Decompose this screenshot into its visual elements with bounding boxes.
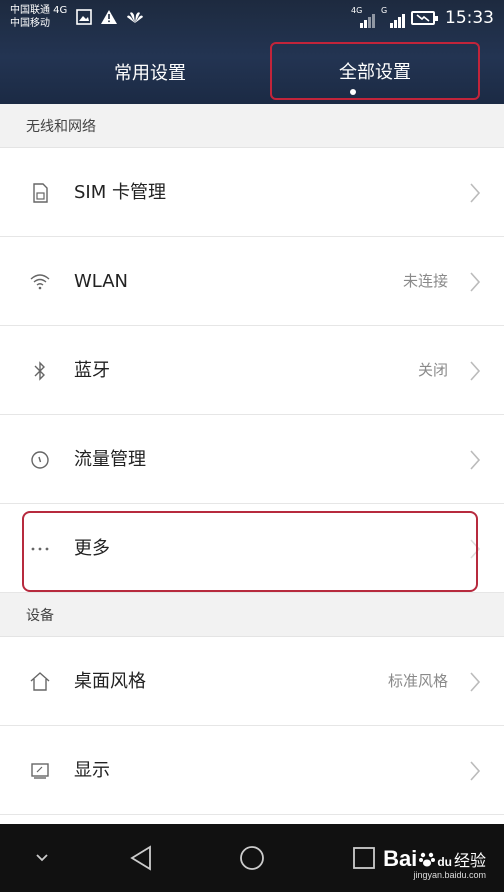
sim-card-icon <box>28 181 52 205</box>
net-type-2: G <box>381 6 388 15</box>
chevron-right-icon <box>468 182 482 204</box>
status-bar: 中国联通 4G 中国移动 4G G 15:33 <box>0 0 504 38</box>
highlight-frame-more <box>22 511 478 592</box>
settings-item-label: 流量管理 <box>74 449 146 470</box>
tab-all-settings[interactable]: 全部设置 <box>270 42 480 100</box>
settings-list: 无线和网络 SIM 卡管理 WLAN 未连接 蓝牙 关闭 流量管理 更多 设备 … <box>0 104 504 824</box>
settings-item-display[interactable]: 显示 <box>0 726 504 815</box>
chevron-right-icon <box>468 449 482 471</box>
image-notification-icon <box>76 9 92 25</box>
huawei-logo-icon <box>126 10 144 24</box>
chevron-right-icon <box>468 760 482 782</box>
section-header-wireless: 无线和网络 <box>0 104 504 148</box>
notification-icons <box>76 9 144 25</box>
settings-item-label: 蓝牙 <box>74 360 110 381</box>
header: 中国联通 4G 中国移动 4G G 15:33 常用设置 全部设置 <box>0 0 504 104</box>
signal-icon-1: 4G <box>351 6 375 28</box>
data-usage-icon <box>28 448 52 472</box>
settings-screen: 中国联通 4G 中国移动 4G G 15:33 常用设置 全部设置 无线和网络 … <box>0 0 504 892</box>
chevron-right-icon <box>468 271 482 293</box>
settings-item-data-usage[interactable]: 流量管理 <box>0 415 504 504</box>
home-icon <box>28 670 52 694</box>
settings-item-label: 显示 <box>74 760 110 781</box>
settings-item-value: 关闭 <box>417 361 448 379</box>
carrier-2: 中国移动 <box>10 18 50 29</box>
settings-item-label: SIM 卡管理 <box>74 182 166 203</box>
baidu-jingyan-watermark: Bai du 经验 jingyan.baidu.com <box>383 846 486 880</box>
bluetooth-icon <box>28 359 52 383</box>
settings-item-label: WLAN <box>74 271 129 292</box>
clock: 15:33 <box>445 8 494 28</box>
settings-item-sim[interactable]: SIM 卡管理 <box>0 148 504 237</box>
tab-indicator-dot <box>350 89 356 95</box>
carrier-info: 中国联通 4G 中国移动 <box>10 4 67 30</box>
section-header-device: 设备 <box>0 593 504 637</box>
signal-icon-2: G <box>381 6 405 28</box>
settings-item-bluetooth[interactable]: 蓝牙 关闭 <box>0 326 504 415</box>
settings-item-label: 桌面风格 <box>74 671 146 692</box>
navigation-bar: Bai du 经验 jingyan.baidu.com <box>0 824 504 892</box>
display-icon <box>28 759 52 783</box>
tab-common-settings[interactable]: 常用设置 <box>40 40 260 104</box>
carrier-1: 中国联通 4G <box>10 5 68 16</box>
settings-tabs: 常用设置 全部设置 <box>0 40 504 104</box>
chevron-right-icon <box>468 360 482 382</box>
settings-item-value: 未连接 <box>402 272 448 290</box>
warning-icon <box>100 9 118 25</box>
settings-item-home-style[interactable]: 桌面风格 标准风格 <box>0 637 504 726</box>
chevron-right-icon <box>468 671 482 693</box>
settings-item-wlan[interactable]: WLAN 未连接 <box>0 237 504 326</box>
status-right: 4G G 15:33 <box>351 6 494 28</box>
wifi-icon <box>28 270 52 294</box>
settings-item-value: 标准风格 <box>387 672 448 690</box>
battery-charging-icon <box>411 11 438 25</box>
paw-logo-icon <box>418 850 436 868</box>
